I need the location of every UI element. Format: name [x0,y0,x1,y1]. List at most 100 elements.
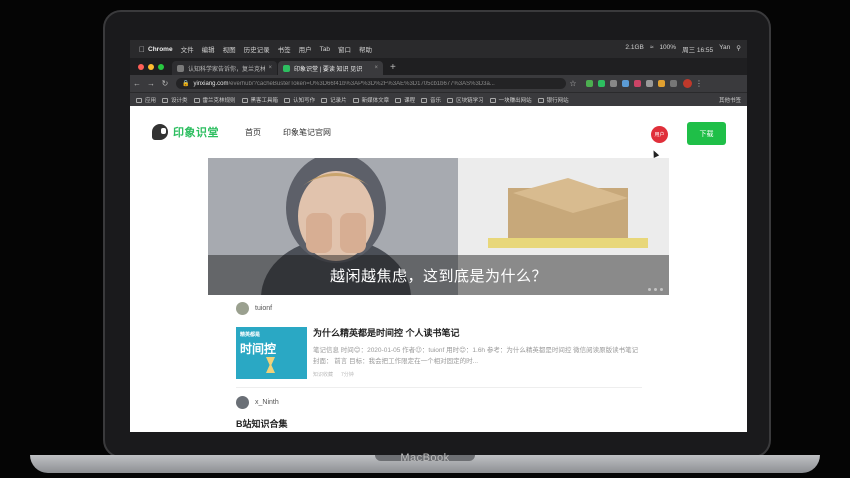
feed: tuionf 精英都是 时间控 为什么精英都是时间控 个人读书笔记 笔记信息 时… [236,302,642,430]
clock[interactable]: 周三 16:55 [682,44,713,54]
menu-item[interactable]: 窗口 [338,44,351,54]
folder-icon [241,97,248,103]
bookmark-label: 课程 [404,98,416,104]
site-logo[interactable]: 印象识堂 [152,124,219,140]
bookmark-folder[interactable]: 银行网站 [537,96,569,104]
extension-icon[interactable] [658,80,665,87]
minimize-window-button[interactable] [148,63,154,70]
forward-icon[interactable]: → [144,79,158,88]
bookmark-folder[interactable]: 区块链学习 [447,96,484,104]
post-read-time: 7分钟 [341,372,354,378]
apps-icon [136,97,142,103]
bookmark-label: 音乐 [430,98,442,104]
screen:  Chrome 文件 编辑 视图 历史记录 书签 用户 Tab 窗口 帮助 2… [130,40,747,432]
extensions [586,80,677,87]
tab-label: 认知科学家告诉你，复兰克林的... [188,66,266,73]
post-excerpt: 笔记信息 时间😊：2020-01-05 作者😉：tuionf 用时😊：1.6h … [313,347,639,365]
back-icon[interactable]: ← [130,79,144,88]
memory-status[interactable]: 2.1GB [625,44,643,54]
bookmark-label: 应用 [145,98,157,104]
url-host: yinxiang.com [193,80,229,87]
extension-icon[interactable] [622,80,629,87]
menu-app[interactable]: Chrome [148,46,173,53]
download-button[interactable]: 下载 [687,122,726,145]
bookmark-folder[interactable]: 新媒体文章 [352,96,389,104]
bookmark-star-icon[interactable]: ☆ [566,79,580,88]
new-tab-button[interactable]: + [384,61,402,75]
bookmark-folder[interactable]: 设计类 [162,96,188,104]
bookmark-folder[interactable]: 认知写作 [284,96,315,104]
carousel-dot[interactable] [654,288,657,291]
post-meta: 知识收藏 7分钟 [313,371,642,378]
extension-icon[interactable] [670,80,677,87]
tab-article[interactable]: 认知科学家告诉你，复兰克林的... × [172,61,277,75]
profile-avatar[interactable] [683,79,692,88]
post-thumbnail: 精英都是 时间控 [236,327,307,379]
menu-kebab-icon[interactable]: ⋮ [692,79,706,88]
menu-item[interactable]: 视图 [223,44,236,54]
nav-evernote-official[interactable]: 印象笔记官网 [283,127,331,138]
hero-banner[interactable]: 越闲越焦虑，这到底是为什么？ [208,158,669,295]
author-name: tuionf [255,305,273,312]
apple-icon[interactable]:  [136,45,148,54]
tab-yinxiang[interactable]: 印象识堂 | 要读 知识 见识 × [278,61,383,75]
address-bar[interactable]: 🔒 yinxiang.com /everhub/?cacheBusterToke… [176,78,566,89]
extension-icon[interactable] [586,80,593,87]
bookmark-apps[interactable]: 应用 [136,96,156,104]
bookmark-folder[interactable]: 一块赚出网站 [489,96,532,104]
carousel-dot[interactable] [660,288,663,291]
menu-item[interactable]: 历史记录 [244,44,270,54]
tab-label: 印象识堂 | 要读 知识 见识 [294,66,363,73]
author-avatar [236,302,249,315]
battery-status[interactable]: 100% [659,44,676,54]
nav-home[interactable]: 首页 [245,127,261,138]
folder-icon [489,97,496,103]
close-window-button[interactable] [138,63,144,70]
bookmark-label: 其他书签 [718,98,741,104]
post-title[interactable]: B站知识合集 [236,417,642,430]
folder-icon [447,97,454,103]
post-card[interactable]: 精英都是 时间控 为什么精英都是时间控 个人读书笔记 笔记信息 时间😊：2020… [236,327,642,379]
evernote-extension-icon[interactable] [598,80,605,87]
menu-item[interactable]: 书签 [278,44,291,54]
folder-icon [421,97,428,103]
bookmark-label: 记录片 [330,98,347,104]
bookmark-label: 认知写作 [293,98,316,104]
search-icon[interactable]: ⚲ [736,44,741,54]
author-avatar [236,396,249,409]
bookmark-label: 雷兰克林规则 [202,98,236,104]
folder-icon [537,97,544,103]
logo-text: 印象识堂 [173,127,219,139]
hourglass-icon [266,357,275,373]
bookmark-other[interactable]: 其他书签 [719,96,747,104]
bookmark-folder[interactable]: 雷兰克林规则 [193,96,236,104]
post-author[interactable]: x_Ninth [236,396,642,409]
zoom-window-button[interactable] [158,63,164,70]
extension-icon[interactable] [646,80,653,87]
close-tab-icon[interactable]: × [268,65,272,71]
close-tab-icon[interactable]: × [374,65,378,71]
browser-tabbar: 认知科学家告诉你，复兰克林的... × 印象识堂 | 要读 知识 见识 × + [130,58,747,75]
carousel-dot[interactable] [648,288,651,291]
post-tag[interactable]: 知识收藏 [313,371,333,378]
bookmark-folder[interactable]: 音乐 [421,96,441,104]
user-avatar[interactable]: 用户 [651,126,668,143]
folder-icon [193,97,200,103]
post-author[interactable]: tuionf [236,302,642,315]
divider [236,387,642,388]
extension-icon[interactable] [634,80,641,87]
bookmark-folder[interactable]: 记录片 [321,96,347,104]
reload-icon[interactable]: ↻ [158,79,172,88]
menu-item[interactable]: 文件 [181,44,194,54]
extension-icon[interactable] [610,80,617,87]
menu-item[interactable]: 帮助 [359,44,372,54]
bookmark-folder[interactable]: 黑客工具箱 [241,96,278,104]
wifi-icon[interactable]: ≈ [650,44,654,54]
post-title[interactable]: 为什么精英都是时间控 个人读书笔记 [313,326,642,339]
user-name[interactable]: Yan [719,44,730,54]
bookmark-label: 区块链学习 [456,98,484,104]
menu-item[interactable]: 编辑 [202,44,215,54]
menu-item[interactable]: Tab [320,46,330,53]
menu-item[interactable]: 用户 [299,44,312,54]
bookmark-folder[interactable]: 课程 [395,96,415,104]
